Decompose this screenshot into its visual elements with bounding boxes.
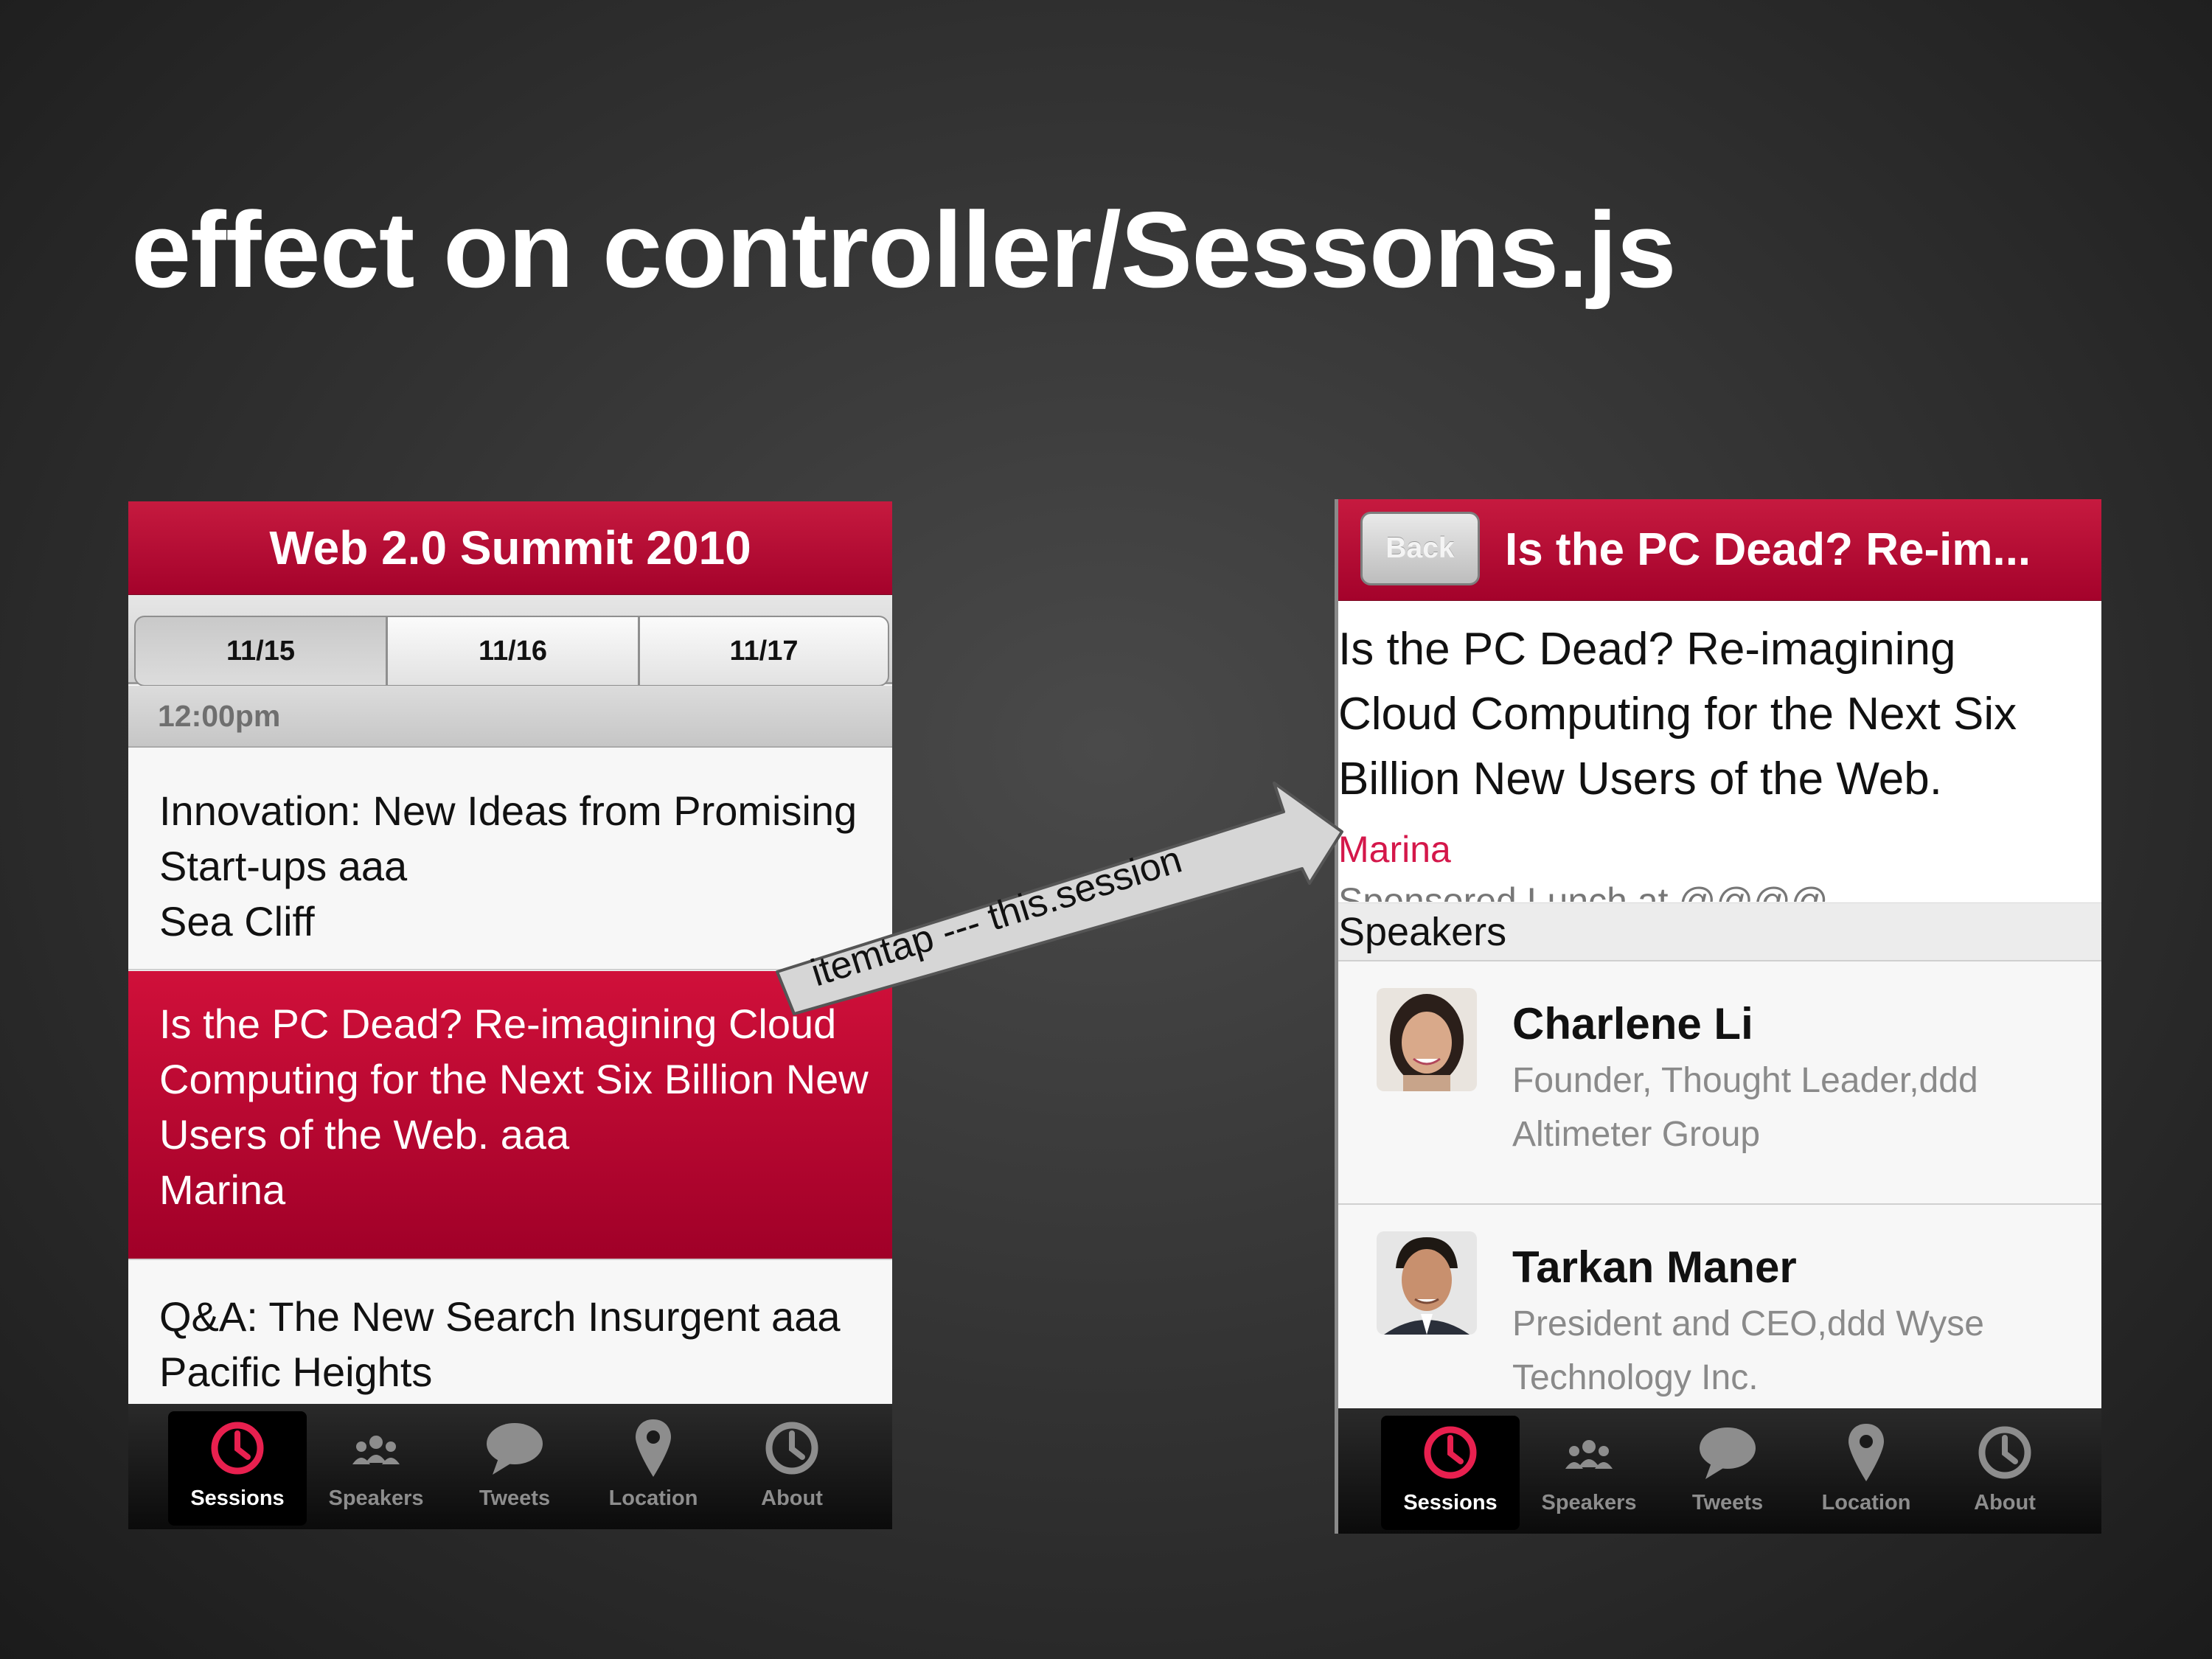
annotation-arrow	[776, 782, 1343, 1015]
